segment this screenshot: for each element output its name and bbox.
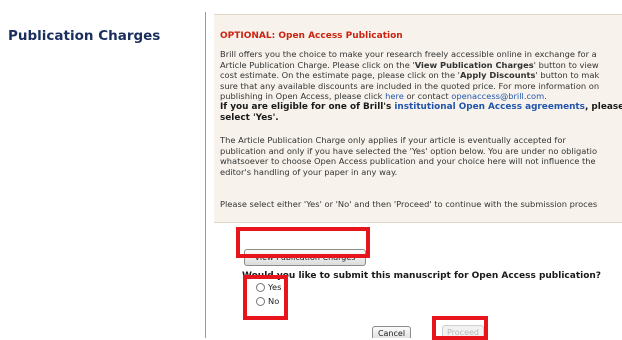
notice-text: ' button to view — [533, 59, 599, 70]
notice-title: OPTIONAL: Open Access Publication — [220, 31, 403, 41]
left-panel: Publication Charges — [0, 0, 205, 338]
notice-text: , please — [584, 102, 622, 112]
highlight-proceed — [432, 316, 488, 340]
notice-text: editor's handling of your paper in any w… — [220, 166, 398, 177]
notice-text: Article Publication Charge. Please click… — [220, 59, 415, 70]
notice-text: select 'Yes'. — [220, 113, 279, 123]
notice-paragraph-4: Please select either 'Yes' or 'No' and t… — [220, 199, 598, 209]
highlight-view-charges — [236, 227, 370, 258]
notice-text: Brill offers you the choice to make your… — [220, 49, 597, 59]
open-access-notice: OPTIONAL: Open Access Publication Brill … — [214, 14, 622, 223]
institutional-agreements-link[interactable]: institutional Open Access agreements — [394, 102, 585, 112]
email-link[interactable]: openaccess@brill.com — [451, 91, 544, 101]
here-link[interactable]: here — [385, 91, 404, 101]
notice-text: whatsoever to choose Open Access publica… — [220, 156, 596, 167]
notice-text: publication and only if you have selecte… — [220, 145, 598, 156]
notice-text: publishing in Open Access, please click — [220, 91, 386, 102]
notice-text: . — [544, 91, 547, 102]
cancel-button[interactable]: Cancel — [372, 326, 411, 338]
notice-paragraph-2: If you are eligible for one of Brill's i… — [220, 102, 622, 124]
notice-text: If you are eligible for one of Brill's — [220, 102, 395, 112]
notice-text: cost estimate. On the estimate page, ple… — [220, 70, 460, 81]
highlight-radio-options — [243, 275, 288, 320]
open-access-question: Would you like to submit this manuscript… — [242, 271, 602, 281]
notice-text: or contact — [403, 91, 452, 102]
notice-text-bold: View Publication Charges — [414, 59, 534, 70]
notice-text-bold: Apply Discounts — [459, 70, 536, 81]
panel-divider — [205, 12, 206, 338]
notice-text: The Article Publication Charge only appl… — [220, 135, 566, 145]
section-title: Publication Charges — [8, 28, 161, 44]
notice-text: sure that any available discounts are in… — [220, 80, 600, 91]
notice-paragraph-3: The Article Publication Charge only appl… — [220, 135, 597, 177]
notice-text: ' button to mak — [535, 70, 600, 81]
notice-paragraph-1: Brill offers you the choice to make your… — [220, 49, 599, 102]
